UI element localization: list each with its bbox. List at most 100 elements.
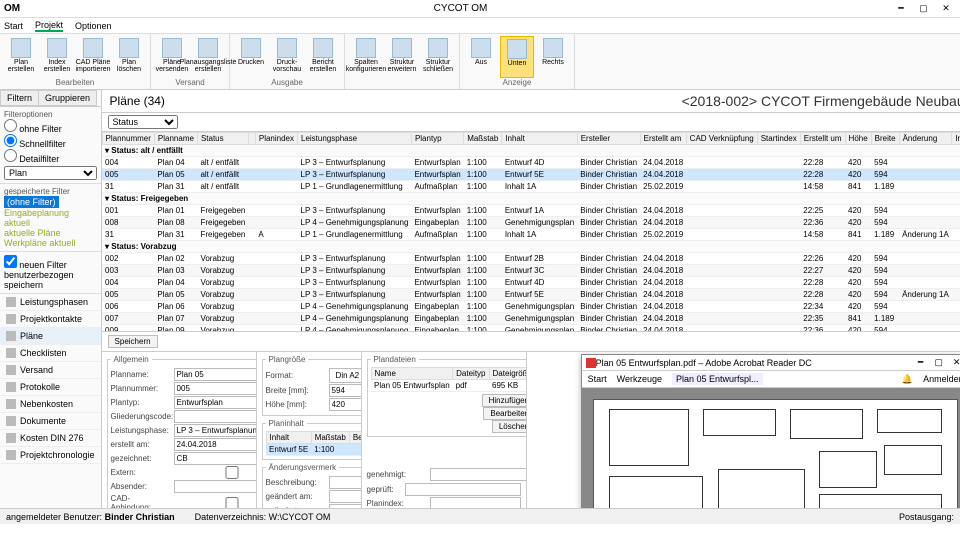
table-row[interactable]: 31Plan 31FreigegebenALP 1 – Grundlagener…	[102, 229, 960, 241]
file-edit-button[interactable]: Bearbeiten	[483, 407, 526, 420]
table-row[interactable]: 004Plan 04alt / entfälltLP 3 – Entwurfsp…	[102, 157, 960, 169]
field-plannummer[interactable]	[174, 382, 257, 395]
ribbon-index-erstellen[interactable]: Index erstellen	[40, 36, 74, 78]
save-button[interactable]: Speichern	[108, 335, 158, 348]
ribbon-rechts[interactable]: Rechts	[536, 36, 570, 78]
quick-filter-select[interactable]: Plan	[4, 166, 97, 180]
field-beschreibung[interactable]	[329, 476, 362, 489]
minimize-icon[interactable]: ━	[891, 3, 911, 14]
file-add-button[interactable]: Hinzufügen	[482, 394, 527, 407]
field-format[interactable]: Din A2	[329, 368, 362, 383]
nav-leistungsphasen[interactable]: Leistungsphasen	[0, 294, 101, 311]
ribbon-druck-vorschau[interactable]: Druck-vorschau	[270, 36, 304, 78]
col-header[interactable]: Leistungsphase	[298, 133, 412, 145]
saved-filter-none[interactable]: (ohne Filter)	[4, 196, 59, 208]
tab-filter[interactable]: Filtern	[0, 90, 39, 106]
file-delete-button[interactable]: Löschen	[492, 420, 527, 433]
ribbon-drucken[interactable]: Drucken	[234, 36, 268, 78]
table-row[interactable]: 004Plan 04VorabzugLP 3 – Entwurfsplanung…	[102, 277, 960, 289]
ribbon-plan-l-schen[interactable]: Plan löschen	[112, 36, 146, 78]
maximize-icon[interactable]: ▢	[913, 3, 933, 14]
col-header[interactable]: Breite	[871, 133, 899, 145]
field-geprueft[interactable]	[405, 483, 521, 496]
table-row[interactable]: 001Plan 01FreigegebenLP 3 – Entwurfsplan…	[102, 205, 960, 217]
field-geaendert-am[interactable]	[329, 490, 362, 503]
tab-group[interactable]: Gruppieren	[38, 90, 97, 106]
field-drawn[interactable]	[174, 452, 257, 465]
col-header[interactable]: CAD Verknüpfung	[686, 133, 757, 145]
col-header[interactable]: Erstellt am	[640, 133, 686, 145]
preview-tab-doc[interactable]: Plan 05 Entwurfspl...	[672, 373, 763, 385]
ribbon-unten[interactable]: Unten	[500, 36, 534, 78]
field-planindex[interactable]	[430, 497, 521, 508]
col-header[interactable]	[248, 133, 255, 145]
signin-link[interactable]: Anmelden	[923, 374, 960, 384]
radio-detail-filter[interactable]	[4, 149, 17, 162]
nav-versand[interactable]: Versand	[0, 362, 101, 379]
table-row[interactable]: 005Plan 05VorabzugLP 3 – Entwurfsplanung…	[102, 289, 960, 301]
radio-no-filter[interactable]	[4, 119, 17, 132]
field-absender[interactable]	[174, 480, 257, 493]
table-row[interactable]: 009Plan 09VorabzugLP 4 – Genehmigungspla…	[102, 325, 960, 333]
file-row[interactable]: Plan 05 Entwurfsplanpdf695 KB	[371, 380, 527, 392]
col-header[interactable]: Maßstab	[464, 133, 502, 145]
preview-maximize-icon[interactable]: ▢	[930, 357, 948, 368]
field-plantyp[interactable]	[174, 396, 257, 409]
col-header[interactable]: Höhe	[845, 133, 871, 145]
col-header[interactable]: Planname	[154, 133, 197, 145]
col-header[interactable]: Plantyp	[411, 133, 463, 145]
col-header[interactable]: Startindex	[757, 133, 800, 145]
preview-minimize-icon[interactable]: ━	[912, 357, 930, 368]
nav-projektchronologie[interactable]: Projektchronologie	[0, 447, 101, 464]
table-row[interactable]: 003Plan 03VorabzugLP 3 – Entwurfsplanung…	[102, 265, 960, 277]
col-header[interactable]: Info	[952, 133, 960, 145]
nav-kosten-din-[interactable]: Kosten DIN 276	[0, 430, 101, 447]
col-header[interactable]: Plannummer	[102, 133, 154, 145]
field-gliederung[interactable]	[174, 410, 257, 423]
ribbon-plan-erstellen[interactable]: Plan erstellen	[4, 36, 38, 78]
plans-table[interactable]: PlannummerPlannameStatus PlanindexLeistun…	[102, 132, 960, 332]
preview-tab-tools[interactable]: Werkzeuge	[617, 374, 662, 384]
field-genehmigt[interactable]	[430, 468, 527, 481]
field-height[interactable]	[329, 398, 362, 411]
nav-nebenkosten[interactable]: Nebenkosten	[0, 396, 101, 413]
menu-start[interactable]: Start	[4, 21, 23, 31]
field-leistungsphase[interactable]	[174, 424, 257, 437]
col-header[interactable]: Inhalt	[502, 133, 577, 145]
nav-protokolle[interactable]: Protokolle	[0, 379, 101, 396]
menu-optionen[interactable]: Optionen	[75, 21, 112, 31]
preview-close-icon[interactable]: ✕	[948, 357, 960, 368]
nav-pl-ne[interactable]: Pläne	[0, 328, 101, 345]
bell-icon[interactable]: 🔔	[902, 374, 913, 385]
table-row[interactable]: 002Plan 02VorabzugLP 3 – Entwurfsplanung…	[102, 253, 960, 265]
ribbon-struktur-schlie-en[interactable]: Struktur schließen	[421, 36, 455, 87]
ribbon-cad-pl-ne-importieren[interactable]: CAD Pläne importieren	[76, 36, 110, 78]
close-icon[interactable]: ✕	[936, 3, 956, 14]
col-header[interactable]: Status	[197, 133, 248, 145]
saved-filter-3[interactable]: Werkpläne aktuell	[4, 238, 97, 248]
preview-tab-start[interactable]: Start	[588, 374, 607, 384]
nav-checklisten[interactable]: Checklisten	[0, 345, 101, 362]
status-dropdown[interactable]: Status	[108, 115, 178, 129]
field-width[interactable]	[329, 384, 362, 397]
group-row[interactable]: ▾ Status: Vorabzug	[102, 241, 960, 253]
table-row[interactable]: 008Plan 08FreigegebenLP 4 – Genehmigungs…	[102, 217, 960, 229]
saved-filter-1[interactable]: Eingabeplanung aktuell	[4, 208, 97, 228]
field-created[interactable]	[174, 438, 257, 451]
table-row[interactable]: 007Plan 07VorabzugLP 4 – Genehmigungspla…	[102, 313, 960, 325]
table-row[interactable]: 006Plan 06VorabzugLP 4 – Genehmigungspla…	[102, 301, 960, 313]
content-row[interactable]: Entwurf 5E1:100	[266, 444, 362, 456]
ribbon-struktur-erweitern[interactable]: Struktur erweitern	[385, 36, 419, 87]
col-header[interactable]: Planindex	[255, 133, 297, 145]
group-row[interactable]: ▾ Status: alt / entfällt	[102, 145, 960, 157]
table-row[interactable]: 31Plan 31alt / entfälltLP 1 – Grundlagen…	[102, 181, 960, 193]
saved-filter-2[interactable]: aktuelle Pläne	[4, 228, 97, 238]
field-geaendert-von[interactable]	[329, 504, 362, 508]
group-row[interactable]: ▾ Status: Freigegeben	[102, 193, 960, 205]
check-extern[interactable]	[174, 466, 257, 479]
col-header[interactable]: Erstellt um	[800, 133, 845, 145]
table-row[interactable]: 005Plan 05alt / entfälltLP 3 – Entwurfsp…	[102, 169, 960, 181]
radio-quick-filter[interactable]	[4, 134, 17, 147]
ribbon-spalten-konfigurieren[interactable]: Spalten konfigurieren	[349, 36, 383, 87]
ribbon-bericht-erstellen[interactable]: Bericht erstellen	[306, 36, 340, 78]
